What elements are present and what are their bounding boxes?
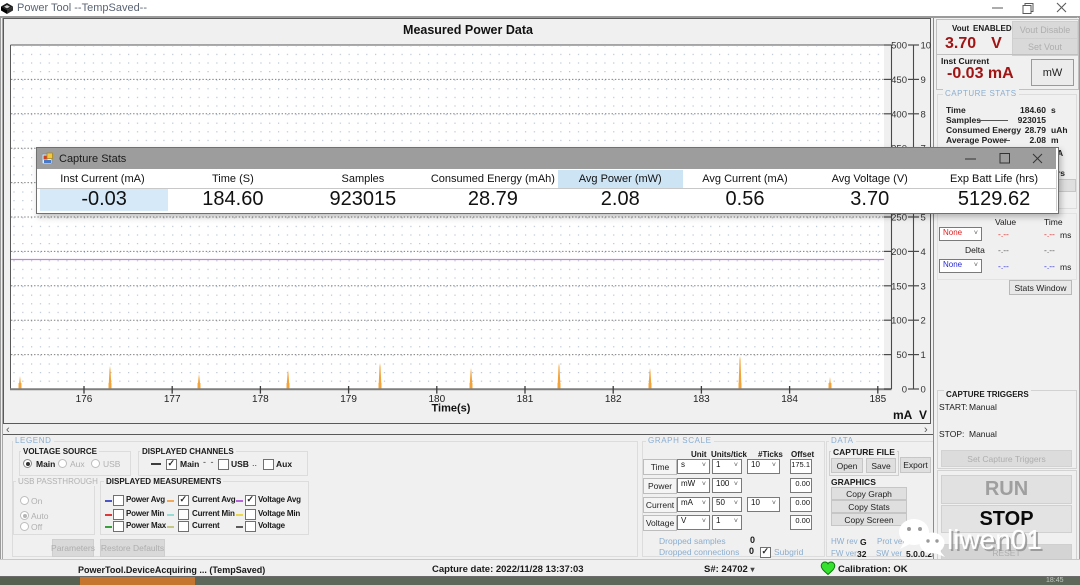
svg-text:185: 185 bbox=[869, 394, 886, 405]
svg-text:450: 450 bbox=[891, 75, 907, 86]
svg-text:Time(s): Time(s) bbox=[432, 403, 471, 415]
svg-text:3: 3 bbox=[921, 281, 926, 292]
svg-text:150: 150 bbox=[891, 281, 907, 292]
svg-text:400: 400 bbox=[891, 109, 907, 120]
svg-text:184: 184 bbox=[781, 394, 798, 405]
svg-text:1: 1 bbox=[921, 350, 926, 361]
svg-text:176: 176 bbox=[76, 394, 93, 405]
svg-text:9: 9 bbox=[921, 75, 926, 86]
svg-text:179: 179 bbox=[340, 394, 357, 405]
svg-text:2: 2 bbox=[921, 316, 926, 327]
svg-text:250: 250 bbox=[891, 213, 907, 224]
svg-text:100: 100 bbox=[891, 316, 907, 327]
svg-text:178: 178 bbox=[252, 394, 269, 405]
svg-text:182: 182 bbox=[605, 394, 622, 405]
svg-text:183: 183 bbox=[693, 394, 710, 405]
svg-text:500: 500 bbox=[891, 41, 907, 52]
svg-text:177: 177 bbox=[164, 394, 181, 405]
svg-text:200: 200 bbox=[891, 247, 907, 258]
svg-text:5: 5 bbox=[921, 213, 926, 224]
svg-text:4: 4 bbox=[921, 247, 926, 258]
svg-text:10: 10 bbox=[921, 41, 932, 52]
svg-text:mA: mA bbox=[893, 408, 913, 422]
svg-text:0: 0 bbox=[902, 385, 907, 396]
svg-text:8: 8 bbox=[921, 109, 926, 120]
svg-text:50: 50 bbox=[896, 350, 907, 361]
svg-text:V: V bbox=[919, 408, 927, 422]
svg-text:181: 181 bbox=[517, 394, 534, 405]
svg-text:liwen01: liwen01 bbox=[947, 524, 1042, 555]
svg-text:0: 0 bbox=[921, 385, 926, 396]
